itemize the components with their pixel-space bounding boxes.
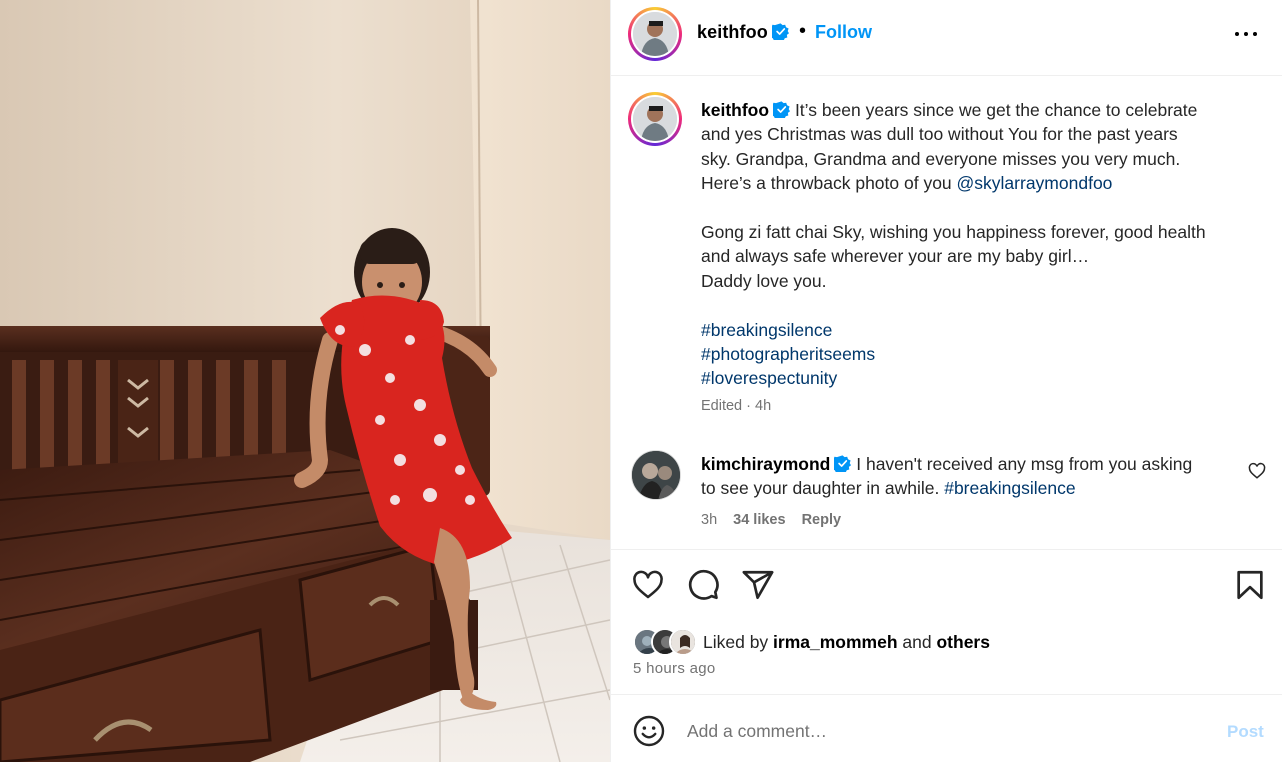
hashtag-link[interactable]: #loverespectunity — [701, 366, 1261, 390]
post-photo[interactable] — [0, 0, 610, 762]
author-avatar-image — [633, 12, 677, 56]
caption-line: Here’s a throwback photo of you — [701, 173, 957, 194]
edited-timestamp: Edited · 4h — [701, 398, 772, 414]
caption-author-avatar[interactable] — [628, 92, 682, 146]
heart-icon[interactable] — [631, 568, 665, 602]
reply-button[interactable]: Reply — [802, 512, 842, 528]
comment-like-heart-icon[interactable] — [1248, 462, 1266, 480]
hashtag-link[interactable]: #breakingsilence — [701, 318, 1261, 342]
follow-button[interactable]: Follow — [815, 22, 872, 43]
mention-link[interactable]: @skylarraymondfoo — [957, 173, 1113, 193]
comment-line: I haven't received any msg from you aski… — [856, 454, 1193, 474]
author-username-text[interactable]: keithfoo — [697, 22, 768, 42]
commenter-avatar[interactable] — [631, 450, 681, 500]
liker-avatar-image — [671, 630, 695, 654]
share-icon[interactable] — [741, 568, 775, 602]
comment-meta: 3h 34 likes Reply — [701, 512, 841, 528]
caption-line: and always safe wherever your are my bab… — [701, 246, 1090, 267]
comment-hashtag-link[interactable]: #breakingsilence — [944, 478, 1075, 498]
author-avatar[interactable] — [628, 7, 682, 61]
caption-avatar-image — [633, 97, 677, 141]
caption-line: Daddy love you. — [701, 270, 827, 291]
commenter-username[interactable]: kimchiraymond — [701, 454, 830, 474]
liked-by-row: Liked by irma_mommeh and others — [633, 627, 990, 657]
post-comment-button[interactable]: Post — [1227, 722, 1264, 742]
liker-avatar[interactable] — [669, 628, 697, 656]
post-details-panel: keithfoo • Follow keithfoo It’s been yea… — [610, 0, 1282, 762]
bookmark-icon[interactable] — [1233, 568, 1267, 602]
commenter-avatar-image — [632, 451, 680, 499]
verified-badge-icon — [773, 101, 791, 118]
verified-badge-icon — [834, 455, 852, 472]
post-header: keithfoo • Follow — [611, 0, 1282, 76]
liked-by-prefix: Liked by — [703, 631, 774, 652]
caption-username[interactable]: keithfoo — [701, 100, 769, 120]
comment-likes[interactable]: 34 likes — [733, 512, 785, 528]
liked-by-text: Liked by irma_mommeh and others — [703, 632, 990, 653]
post-timestamp[interactable]: 5 hours ago — [633, 660, 716, 677]
liked-by-user-link[interactable]: irma_mommeh — [773, 632, 898, 652]
author-username[interactable]: keithfoo — [697, 22, 789, 43]
comment-text: kimchiraymond I haven't received any msg… — [701, 452, 1241, 501]
liked-by-middle: and — [897, 631, 937, 652]
post-image — [0, 0, 610, 762]
post-caption: keithfoo It’s been years since we get th… — [701, 98, 1261, 391]
caption-line: sky. Grandpa, Grandma and everyone misse… — [701, 148, 1181, 169]
comment-line: to see your daughter in awhile. — [701, 478, 945, 499]
caption-line: and yes Christmas was dull too without Y… — [701, 124, 1178, 145]
emoji-icon[interactable] — [633, 715, 665, 747]
caption-line: It’s been years since we get the chance … — [794, 100, 1198, 120]
separator-dot: • — [799, 20, 807, 42]
liked-by-others-link[interactable]: others — [936, 632, 989, 652]
verified-badge-icon — [771, 23, 789, 40]
caption-line: Gong zi fatt chai Sky, wishing you happi… — [701, 222, 1206, 243]
hashtag-link[interactable]: #photographeritseems — [701, 342, 1261, 366]
comment-composer: Post — [611, 696, 1282, 762]
instagram-post-view: keithfoo • Follow keithfoo It’s been yea… — [0, 0, 1282, 762]
comment-icon[interactable] — [686, 568, 720, 602]
comment-time: 3h — [701, 512, 718, 528]
post-actions: Liked by irma_mommeh and others 5 hours … — [611, 549, 1282, 695]
more-options-icon[interactable] — [1235, 30, 1259, 40]
add-comment-input[interactable] — [687, 718, 1207, 744]
